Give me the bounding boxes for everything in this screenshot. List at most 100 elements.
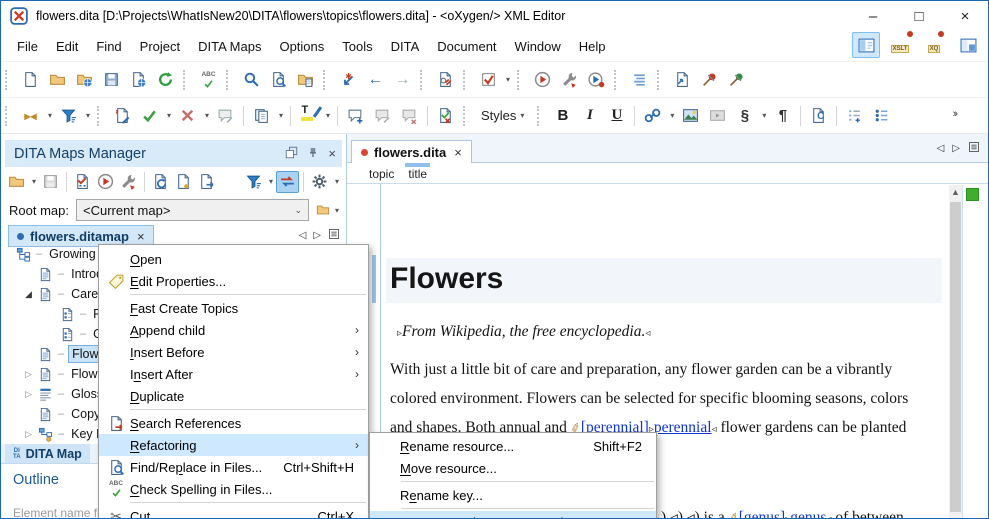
close-tab-icon[interactable]: ×: [137, 229, 145, 244]
dropdown-caret-icon[interactable]: ▾: [164, 111, 174, 120]
menu-item-duplicate[interactable]: Duplicate: [99, 385, 368, 407]
expand-icon[interactable]: ▷: [25, 369, 32, 380]
collapse-icon[interactable]: ◢: [25, 289, 32, 300]
menu-item-refactoring[interactable]: Refactoring ›: [99, 434, 368, 456]
dropdown-caret-icon[interactable]: ▾: [45, 111, 55, 120]
expand-icon[interactable]: ▷: [25, 389, 32, 400]
bold-button[interactable]: B: [549, 103, 576, 129]
doc-export-button[interactable]: [195, 171, 218, 193]
validate-doc-button[interactable]: [432, 67, 459, 93]
indent-button[interactable]: [626, 67, 653, 93]
menu-item-search-references[interactable]: Search References: [99, 412, 368, 434]
comment-pencil-button[interactable]: [212, 103, 239, 129]
dropdown-caret-icon[interactable]: ▾: [202, 111, 212, 120]
dropdown-caret-icon[interactable]: ▾: [266, 177, 276, 186]
pin-panel-icon[interactable]: [307, 146, 319, 162]
open-url-button[interactable]: [71, 67, 98, 93]
filter-button[interactable]: [242, 171, 265, 193]
open-folder-button[interactable]: [44, 67, 71, 93]
validate-check-button[interactable]: [475, 67, 502, 93]
menubar-item-tools[interactable]: Tools: [334, 35, 380, 58]
tab-dita-map-view[interactable]: DI TA DITA Map: [5, 444, 90, 463]
validate-tree-button[interactable]: [71, 171, 94, 193]
comment-add-button[interactable]: [342, 103, 369, 129]
transform-button[interactable]: [117, 171, 140, 193]
dropdown-caret-icon[interactable]: ▾: [323, 111, 333, 120]
styles-dropdown[interactable]: Styles ▾: [475, 106, 533, 125]
menu-item-find-replace-in-files[interactable]: Find/Replace in Files... Ctrl+Shift+H: [99, 456, 368, 478]
xq-debug-icon[interactable]: XQ: [920, 30, 948, 58]
dropdown-caret-icon[interactable]: ▾: [29, 177, 39, 186]
breadcrumb-title[interactable]: title: [405, 163, 430, 181]
new-doc-button[interactable]: [17, 67, 44, 93]
code-c-button[interactable]: C: [805, 103, 832, 129]
close-panel-icon[interactable]: ×: [328, 146, 336, 161]
image-button[interactable]: [677, 103, 704, 129]
menubar-item-file[interactable]: File: [9, 35, 46, 58]
prev-editor-icon[interactable]: ◁: [937, 143, 945, 154]
tc-edit-button[interactable]: [109, 103, 136, 129]
run-button[interactable]: [94, 171, 117, 193]
tags-button[interactable]: ▸◂: [17, 103, 44, 129]
filter-button[interactable]: [55, 103, 82, 129]
search-button[interactable]: [238, 67, 265, 93]
last-edit-button[interactable]: ↙ ✱: [335, 67, 362, 93]
menubar-item-project[interactable]: Project: [132, 35, 188, 58]
breadcrumb-topic[interactable]: topic: [369, 165, 394, 181]
menu-item-open[interactable]: Open: [99, 248, 368, 270]
copy-button[interactable]: [248, 103, 275, 129]
back-button[interactable]: ←: [362, 67, 389, 93]
refactor-doc-button[interactable]: [669, 67, 696, 93]
next-tab-icon[interactable]: ▷: [313, 230, 321, 241]
reload-button[interactable]: [152, 67, 179, 93]
list-bullet-button[interactable]: [868, 103, 895, 129]
xslt-debug-icon[interactable]: XSLT: [886, 30, 914, 58]
menubar-item-find[interactable]: Find: [88, 35, 129, 58]
dropdown-caret-icon[interactable]: ▾: [759, 111, 769, 120]
spell-check-button[interactable]: ABC: [195, 67, 222, 93]
choose-root-map-button[interactable]: ▾: [315, 203, 342, 217]
menu-item-cut[interactable]: ✂ Cut Ctrl+X: [99, 505, 368, 519]
debug-button[interactable]: [583, 67, 610, 93]
perennial-link[interactable]: perennial: [654, 419, 712, 436]
list-add-button[interactable]: [841, 103, 868, 129]
menu-item-convert-sections-to-new-topics[interactable]: Convert sections to new topics...: [370, 511, 656, 518]
menu-item-insert-after[interactable]: Insert After ›: [99, 363, 368, 385]
menubar-item-edit[interactable]: Edit: [48, 35, 86, 58]
next-editor-icon[interactable]: ▷: [952, 143, 960, 154]
minimize-button[interactable]: –: [850, 1, 896, 31]
tab-flowers-dita[interactable]: flowers.dita ×: [351, 140, 472, 163]
editor-layout-icon[interactable]: [852, 32, 880, 58]
keyref-link[interactable]: [genus]: [739, 509, 786, 518]
accept-button[interactable]: [136, 103, 163, 129]
genus-link[interactable]: genus: [790, 509, 826, 518]
find-in-files-button[interactable]: [265, 67, 292, 93]
prev-tab-icon[interactable]: ◁: [299, 230, 307, 241]
reject-button[interactable]: [174, 103, 201, 129]
maximize-button[interactable]: □: [896, 1, 942, 31]
run-button[interactable]: [529, 67, 556, 93]
tab-list-icon[interactable]: [328, 228, 340, 243]
pin-green-button[interactable]: [723, 67, 750, 93]
video-button[interactable]: [704, 103, 731, 129]
find-resource-button[interactable]: [292, 67, 319, 93]
scroll-up-icon[interactable]: ▲: [949, 187, 962, 197]
expand-icon[interactable]: ▷: [25, 429, 32, 440]
comment-mod-button[interactable]: [369, 103, 396, 129]
menubar-item-document[interactable]: Document: [429, 35, 504, 58]
menubar-item-window[interactable]: Window: [507, 35, 569, 58]
section-button[interactable]: §: [731, 103, 758, 129]
editor-list-icon[interactable]: [968, 141, 980, 156]
menubar-item-dita-maps[interactable]: DITA Maps: [190, 35, 269, 58]
menu-item-insert-before[interactable]: Insert Before ›: [99, 341, 368, 363]
transform-button[interactable]: [556, 67, 583, 93]
dropdown-caret-icon[interactable]: ▾: [503, 75, 513, 84]
doc-plus-button[interactable]: [172, 171, 195, 193]
toolbar-overflow-icon[interactable]: ››: [953, 108, 959, 120]
highlight-button[interactable]: T: [295, 103, 322, 129]
pilcrow-button[interactable]: ¶: [769, 103, 796, 129]
save-url-button[interactable]: [125, 67, 152, 93]
gear-button[interactable]: [308, 171, 331, 193]
link-button[interactable]: [639, 103, 666, 129]
dropdown-caret-icon[interactable]: ▾: [83, 111, 93, 120]
